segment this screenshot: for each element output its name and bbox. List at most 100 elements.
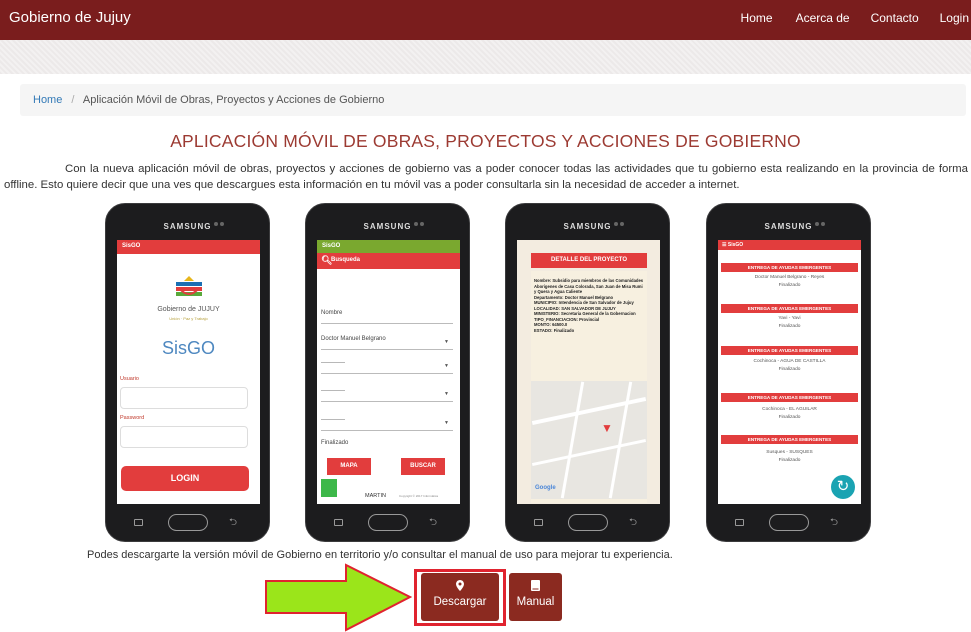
status-field: Finalizado	[321, 440, 453, 454]
select-2-value: ------------	[321, 360, 345, 366]
entry-heading: ENTREGA DE AYUDAS EMERGENTES	[721, 263, 858, 272]
phone-login-screenshot: SAMSUNG SisGO Gobierno de JUJUY Unión · …	[105, 203, 270, 542]
phone-nav-bar: ⮌	[707, 511, 872, 535]
book-icon	[509, 580, 562, 592]
department-select: Doctor Manuel Belgrano ▼	[321, 336, 453, 350]
breadcrumb-home-link[interactable]: Home	[33, 94, 62, 106]
phone-sensors	[815, 213, 831, 226]
phone-brand: SAMSUNG	[563, 222, 612, 231]
entry-heading: ENTREGA DE AYUDAS EMERGENTES	[721, 435, 858, 444]
phone-sensors	[214, 213, 230, 226]
back-icon: ⮌	[830, 517, 839, 528]
manual-label: Manual	[516, 596, 555, 608]
manual-button[interactable]: Manual	[509, 573, 562, 621]
map-button: MAPA	[327, 458, 371, 475]
gov-tagline: Unión · Paz y Trabajo	[169, 316, 208, 321]
recent-apps-icon	[334, 519, 343, 526]
phone-nav-bar: ⮌	[306, 511, 471, 535]
nav-about-link[interactable]: Acerca de	[796, 11, 850, 25]
map-marker-icon	[421, 580, 499, 592]
page-title: APLICACIÓN MÓVIL DE OBRAS, PROYECTOS Y A…	[170, 131, 801, 151]
entry-status: Finalizado	[778, 458, 801, 463]
list-screen: ☰ SisGO ENTREGA DE AYUDAS EMERGENTES Doc…	[718, 240, 861, 504]
entry-place: Doctor Manuel Belgrano - Reyes	[754, 275, 825, 280]
recent-apps-icon	[534, 519, 543, 526]
intro-paragraph: Con la nueva aplicación móvil de obras, …	[4, 163, 968, 191]
phone-brand: SAMSUNG	[363, 222, 412, 231]
login-screen: SisGO Gobierno de JUJUY Unión · Paz y Tr…	[117, 240, 260, 504]
name-field-label: Nombre	[321, 310, 343, 316]
breadcrumb-current: Aplicación Móvil de Obras, Proyectos y A…	[82, 94, 385, 106]
home-button-icon	[769, 514, 809, 531]
phone-detail-screenshot: SAMSUNG DETALLE DEL PROYECTO Nombre: Sub…	[505, 203, 670, 542]
nav-contact-link[interactable]: Contacto	[871, 11, 919, 25]
recent-apps-icon	[735, 519, 744, 526]
entry-place: Yavi - Yavi	[778, 316, 801, 321]
status-value: Finalizado	[321, 440, 349, 446]
password-field	[120, 426, 248, 448]
entry-status: Finalizado	[778, 324, 801, 329]
phone-frame: SAMSUNG ☰ SisGO ENTREGA DE AYUDAS EMERGE…	[706, 203, 871, 542]
back-icon: ⮌	[229, 517, 238, 528]
arrow-right-icon	[265, 563, 412, 632]
top-navbar: Gobierno de Jujuy Home Acerca de Contact…	[0, 0, 971, 40]
phone-frame: SAMSUNG SisGO Gobierno de JUJUY Unión · …	[105, 203, 270, 542]
project-map: ▼ Google	[531, 381, 647, 499]
chevron-down-icon: ▼	[444, 363, 449, 369]
download-button[interactable]: Descargar	[421, 573, 499, 621]
entry-heading: ENTREGA DE AYUDAS EMERGENTES	[721, 393, 858, 402]
phone-nav-bar: ⮌	[106, 511, 271, 535]
site-brand[interactable]: Gobierno de Jujuy	[9, 9, 131, 26]
entry-heading: ENTREGA DE AYUDAS EMERGENTES	[721, 346, 858, 355]
phone-nav-bar: ⮌	[506, 511, 671, 535]
name-field: Nombre	[321, 310, 453, 324]
list-app-title: SisGO	[727, 242, 744, 248]
entry-place: Cochinoca - AGUA DE CASTILLA	[753, 359, 826, 364]
search-app-bar: SisGO	[317, 240, 460, 253]
entry-heading: ENTREGA DE AYUDAS EMERGENTES	[721, 304, 858, 313]
search-screen: SisGO 🔍︎ Busqueda Nombre Doctor Manuel B…	[317, 240, 460, 504]
home-button-icon	[368, 514, 408, 531]
phone-frame: SAMSUNG SisGO 🔍︎ Busqueda Nombre Doctor …	[305, 203, 470, 542]
map-road	[531, 438, 647, 467]
user-avatar-icon	[321, 479, 337, 497]
sisgo-app-name: SisGO	[161, 338, 215, 358]
breadcrumb: Home / Aplicación Móvil de Obras, Proyec…	[20, 84, 966, 116]
gov-jujuy-logo-icon	[176, 276, 202, 296]
map-road	[608, 381, 633, 499]
nav-login-link[interactable]: Login	[940, 11, 969, 25]
back-icon: ⮌	[629, 517, 638, 528]
detail-line: MINISTERIO: Secretaria General de la Gob…	[534, 311, 636, 316]
department-value: Doctor Manuel Belgrano	[321, 336, 386, 342]
phone-brand: SAMSUNG	[163, 222, 212, 231]
phone-brand: SAMSUNG	[764, 222, 813, 231]
select-4: ------------ ▼	[321, 417, 453, 431]
chevron-down-icon: ▼	[444, 339, 449, 345]
select-4-value: ------------	[321, 417, 345, 423]
detail-line: Nombre: Subsidio para miembros de las Co…	[534, 278, 644, 294]
nav-links: Home Acerca de Contacto Login	[741, 11, 971, 25]
map-pin-icon: ▼	[601, 421, 613, 435]
entry-place: Susques - SUSQUES	[766, 450, 813, 455]
user-label: Usuario	[120, 376, 139, 382]
detail-screen: DETALLE DEL PROYECTO Nombre: Subsidio pa…	[517, 240, 660, 504]
entry-status: Finalizado	[778, 415, 801, 420]
refresh-icon: ↻	[831, 475, 855, 499]
entry-status: Finalizado	[778, 367, 801, 372]
back-icon: ⮌	[429, 517, 438, 528]
google-logo: Google	[535, 485, 556, 491]
breadcrumb-separator: /	[71, 94, 75, 106]
detail-lines: Nombre: Subsidio para miembros de las Co…	[534, 278, 646, 333]
phone-search-screenshot: SAMSUNG SisGO 🔍︎ Busqueda Nombre Doctor …	[305, 203, 470, 542]
nav-home-link[interactable]: Home	[741, 11, 773, 25]
home-button-icon	[568, 514, 608, 531]
select-2: ------------ ▼	[321, 360, 453, 374]
download-instructions: Podes descargarte la versión móvil de Go…	[87, 549, 673, 561]
list-app-bar: ☰ SisGO	[718, 240, 861, 250]
user-field	[120, 387, 248, 409]
detail-line: ESTADO: Finalizado	[534, 327, 575, 333]
download-label: Descargar	[433, 596, 487, 608]
entry-place: Cochinoca - EL AGUILAR	[762, 407, 817, 412]
phone-list-screenshot: SAMSUNG ☰ SisGO ENTREGA DE AYUDAS EMERGE…	[706, 203, 871, 542]
login-button: LOGIN	[121, 466, 249, 491]
